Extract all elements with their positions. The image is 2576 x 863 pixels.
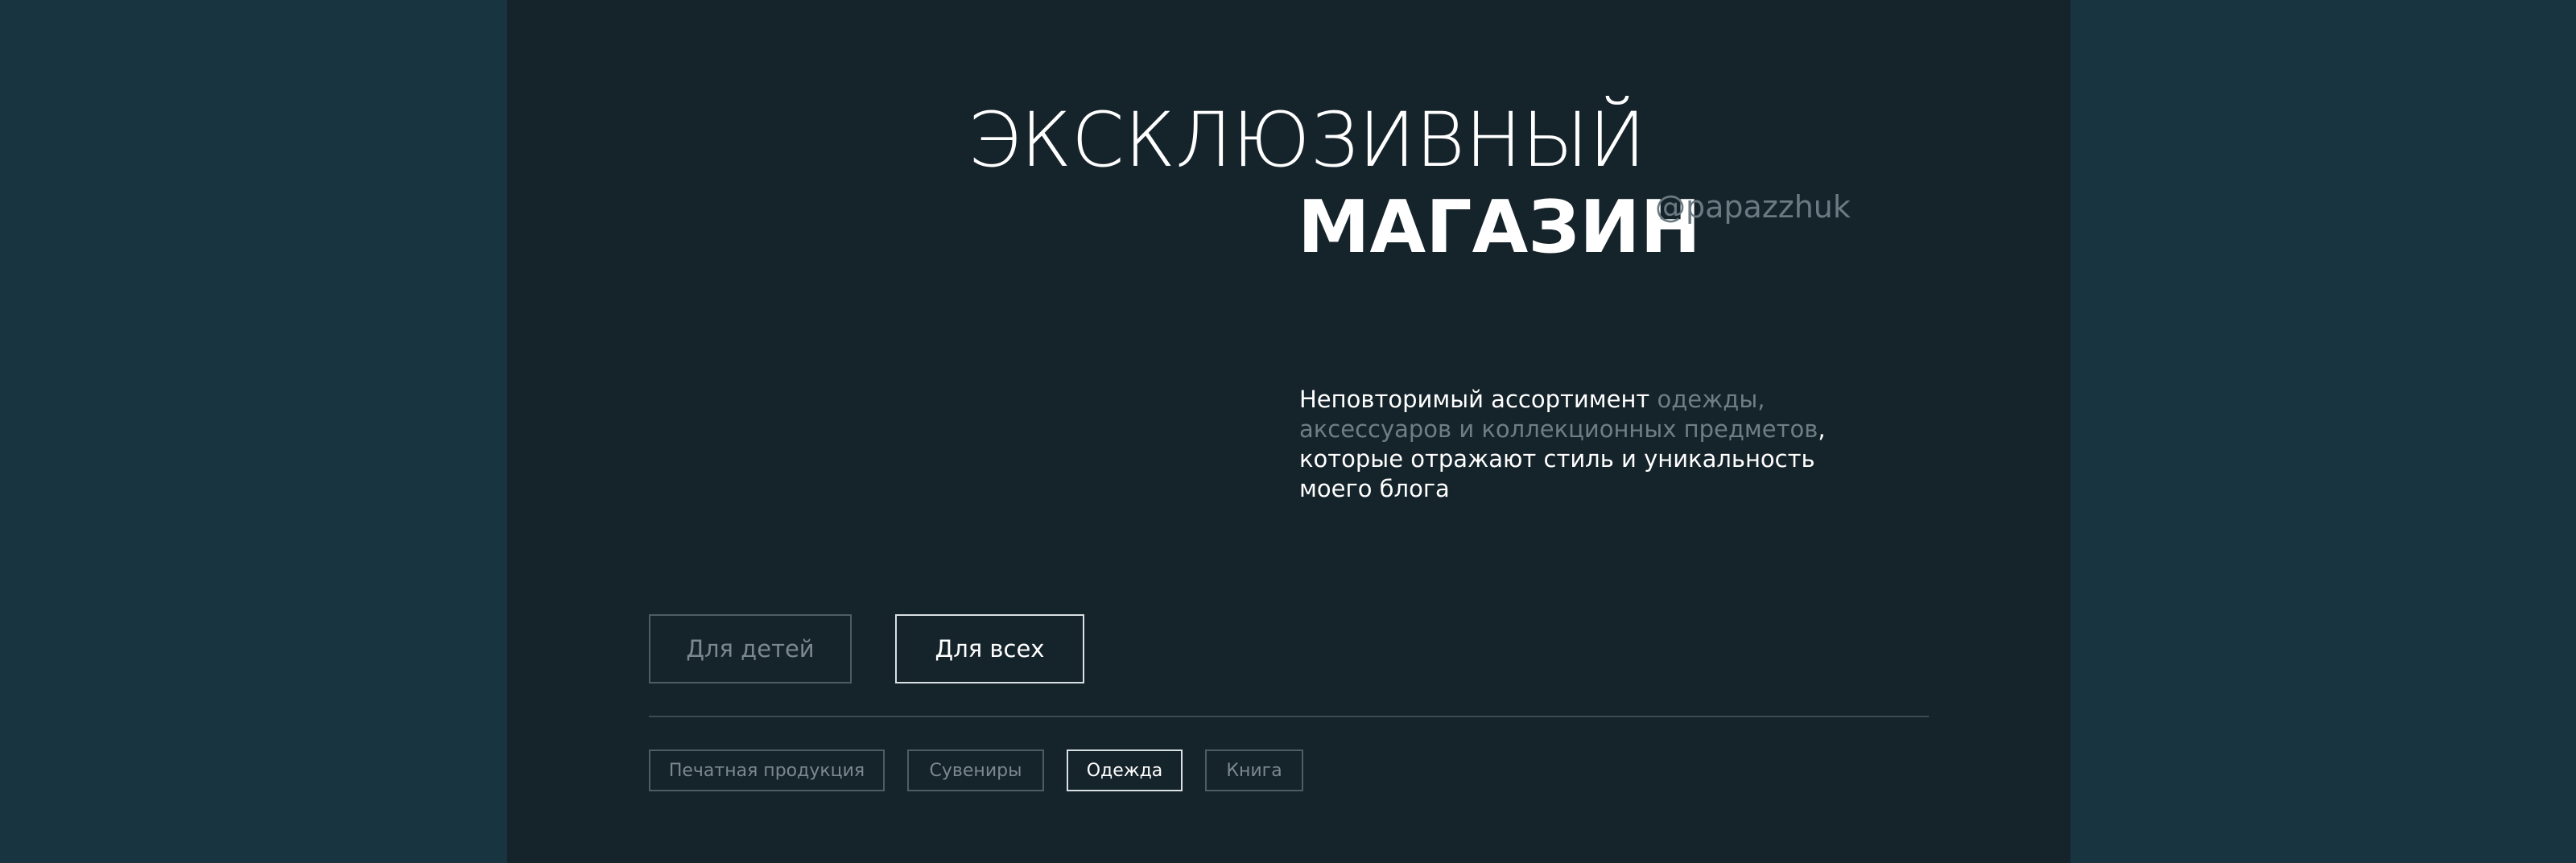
- audience-kids-button[interactable]: Для детей: [649, 614, 852, 683]
- shop-description: Неповторимый ассортимент одежды, аксессу…: [1299, 385, 1879, 504]
- audience-all-button[interactable]: Для всех: [895, 614, 1084, 683]
- page: ЭКСКЛЮЗИВНЫЙ МАГАЗИН @papazzhuk Неповтор…: [0, 0, 2576, 863]
- category-book-button[interactable]: Книга: [1205, 749, 1303, 791]
- category-print-button[interactable]: Печатная продукция: [649, 749, 885, 791]
- description-text-lead: Неповторимый ассортимент: [1299, 386, 1657, 413]
- hero-title-line-1: ЭКСКЛЮЗИВНЫЙ: [968, 97, 1646, 184]
- hero-title-line-2: МАГАЗИН: [1298, 185, 1701, 270]
- filter-divider: [649, 716, 1929, 717]
- category-souvenirs-button[interactable]: Сувениры: [907, 749, 1044, 791]
- author-handle: @papazzhuk: [1655, 189, 1851, 225]
- category-clothes-button[interactable]: Одежда: [1067, 749, 1183, 791]
